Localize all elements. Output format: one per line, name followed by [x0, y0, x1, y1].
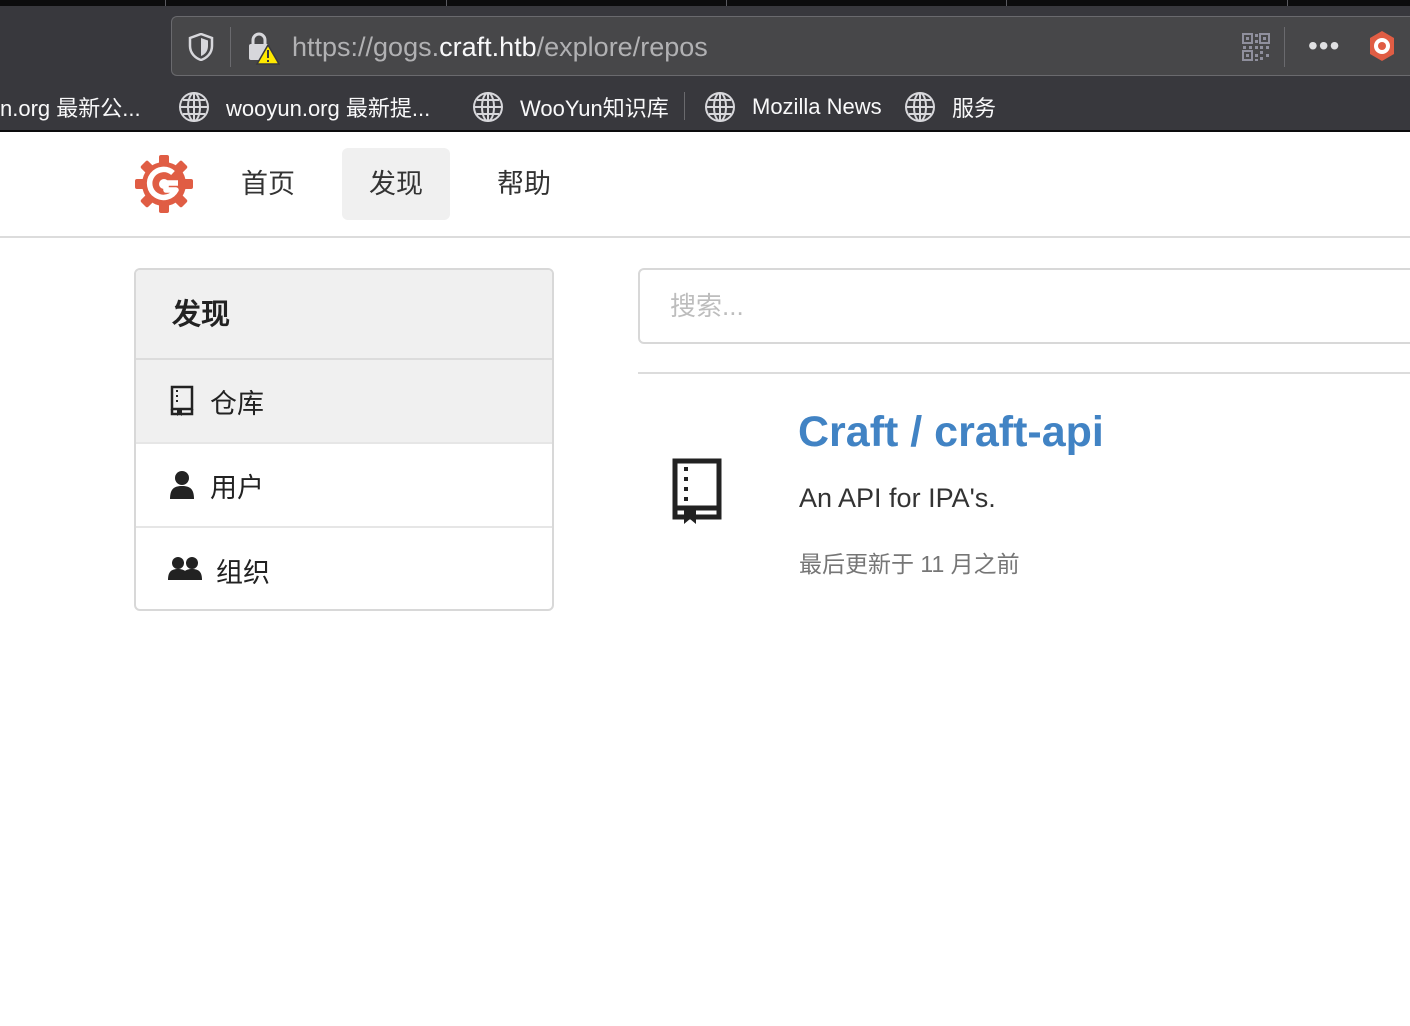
tab-separator: [726, 0, 727, 6]
url-host: craft.htb: [439, 32, 537, 62]
bookmark-item[interactable]: WooYun知识库: [472, 90, 669, 124]
shield-icon[interactable]: [188, 33, 214, 61]
bookmark-separator: [684, 92, 685, 120]
gogs-logo-icon[interactable]: [134, 154, 194, 214]
search-input[interactable]: [638, 268, 1410, 344]
tab-separator: [165, 0, 166, 6]
bookmark-label: Mozilla News: [752, 94, 882, 119]
url-text[interactable]: https://gogs.craft.htb/explore/repos: [292, 30, 708, 64]
tab-separator: [446, 0, 447, 6]
url-prefix: https://gogs.: [292, 32, 440, 62]
nav-explore[interactable]: 发现: [342, 148, 450, 220]
qr-code-icon[interactable]: [1241, 32, 1271, 62]
repo-link[interactable]: Craft / craft-api: [798, 408, 1104, 456]
tab-separator: [1287, 0, 1288, 6]
bookmark-label: 服务: [952, 96, 997, 121]
bookmark-item[interactable]: 服务: [904, 90, 996, 124]
tab-strip: [0, 0, 1410, 6]
sidebar-item-repositories[interactable]: 仓库: [136, 360, 552, 444]
repo-icon: [170, 385, 194, 416]
nav-home[interactable]: 首页: [220, 148, 316, 220]
urlbar-divider: [1284, 27, 1285, 67]
bookmarks-toolbar: n.org 最新公... wooyun.org 最新提... WooYun知识库…: [0, 86, 1410, 128]
bookmark-label: n.org 最新公...: [0, 96, 141, 121]
globe-icon: [179, 92, 209, 122]
sidebar-item-label: 组织: [216, 557, 270, 588]
organization-icon: [168, 557, 202, 580]
globe-icon: [705, 92, 735, 122]
tab-separator: [1006, 0, 1007, 6]
explore-menu-title: 发现: [136, 270, 552, 360]
page-actions-menu-icon[interactable]: •••: [1308, 29, 1340, 63]
repo-updated-time: 最后更新于 11 月之前: [799, 551, 1020, 577]
site-header: 首页 发现 帮助: [0, 132, 1410, 238]
bookmark-item[interactable]: Mozilla News: [704, 90, 882, 124]
bookmark-item[interactable]: wooyun.org 最新提...: [178, 90, 430, 124]
nav-help[interactable]: 帮助: [476, 148, 572, 220]
person-icon: [170, 471, 194, 499]
bookmark-label: wooyun.org 最新提...: [226, 96, 431, 121]
globe-icon: [473, 92, 503, 122]
browser-chrome: https://gogs.craft.htb/explore/repos •••…: [0, 0, 1410, 132]
explore-menu: 发现 仓库 用户 组织: [134, 268, 554, 611]
repo-icon: [672, 458, 722, 524]
bookmark-item[interactable]: n.org 最新公...: [0, 90, 141, 124]
sidebar-item-label: 用户: [210, 472, 264, 503]
repo-title-link[interactable]: Craft / craft-api: [798, 404, 1104, 460]
repo-description: An API for IPA's.: [799, 483, 996, 513]
urlbar-divider: [230, 27, 231, 67]
list-divider: [638, 372, 1410, 374]
bookmark-label: WooYun知识库: [520, 96, 669, 121]
sidebar-item-users[interactable]: 用户: [136, 444, 552, 528]
extension-icon[interactable]: [1366, 30, 1398, 62]
globe-icon: [905, 92, 935, 122]
sidebar-item-organizations[interactable]: 组织: [136, 528, 552, 609]
sidebar-item-label: 仓库: [210, 388, 264, 419]
url-path: /explore/repos: [536, 32, 708, 62]
insecure-lock-icon[interactable]: [246, 31, 280, 65]
address-bar[interactable]: https://gogs.craft.htb/explore/repos •••: [171, 16, 1410, 76]
